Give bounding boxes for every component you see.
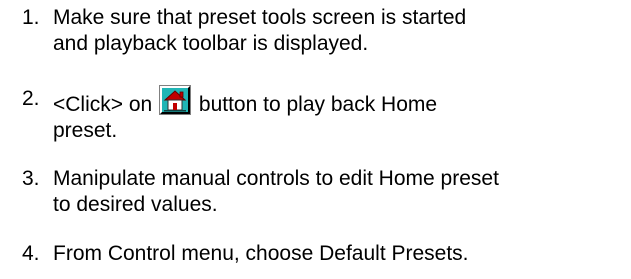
step-text-line: to desired values.: [53, 193, 218, 216]
step-text: Manipulate manual controls to edit Home …: [53, 166, 628, 218]
step-text: <Click> on button to play back Home pres…: [53, 85, 628, 144]
step-text-line: preset.: [53, 119, 118, 142]
step-number: 4.: [22, 242, 40, 265]
step-text-line: <Click> on button to play back Home: [53, 85, 628, 118]
step-text-line: Make sure that preset tools screen is st…: [53, 6, 467, 29]
home-preset-icon: [159, 85, 192, 115]
step-number: 2.: [22, 87, 40, 110]
step-text: From Control menu, choose Default Preset…: [53, 241, 628, 267]
step-text-segment: <Click> on: [53, 93, 153, 116]
step-text-line: From Control menu, choose Default Preset…: [53, 242, 469, 265]
step-text-segment: button to play back Home: [198, 93, 438, 116]
step-text-line: Manipulate manual controls to edit Home …: [53, 167, 499, 190]
step-number: 1.: [22, 6, 40, 29]
step-text-line: and playback toolbar is displayed.: [53, 32, 369, 55]
step-number: 3.: [22, 167, 40, 190]
step-text: Make sure that preset tools screen is st…: [53, 5, 628, 57]
